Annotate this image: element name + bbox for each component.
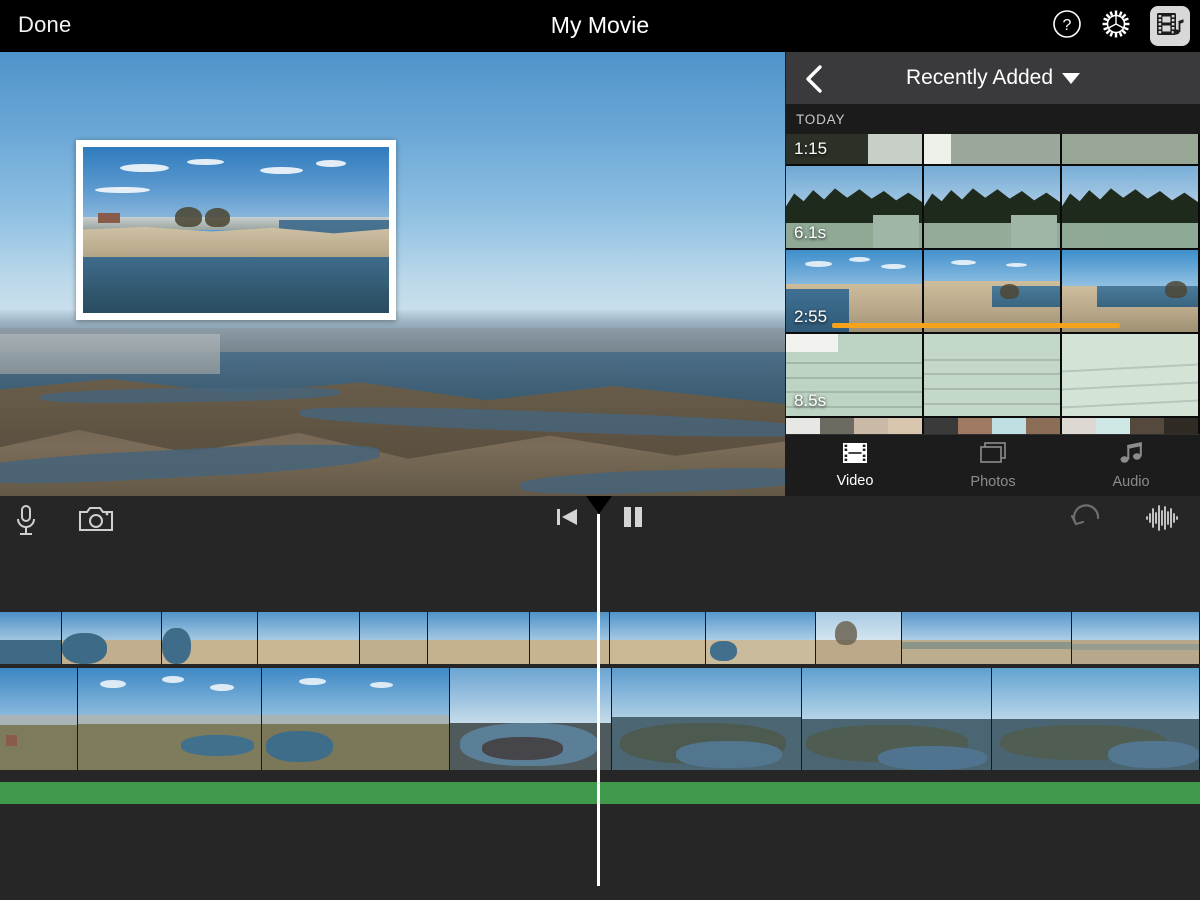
media-cell[interactable]	[1062, 250, 1200, 332]
clip-used-indicator	[832, 323, 1120, 328]
media-cell[interactable]	[924, 166, 1062, 248]
media-cell[interactable]: 6.1s	[786, 166, 924, 248]
playhead-marker[interactable]	[586, 496, 612, 514]
album-title: Recently Added	[905, 66, 1054, 89]
photos-stack-icon	[979, 441, 1007, 470]
timeline-clip[interactable]	[612, 668, 802, 770]
browser-header: Recently Added	[786, 52, 1200, 104]
media-row[interactable]: 2:55	[786, 250, 1200, 332]
media-cell[interactable]: 1:15	[786, 134, 924, 164]
section-header-label: TODAY	[796, 111, 846, 127]
topbar-actions: ?	[1052, 0, 1190, 52]
timeline-clip[interactable]	[450, 668, 612, 770]
timeline-main-track[interactable]	[0, 668, 1200, 770]
music-note-icon	[1119, 441, 1143, 470]
timeline-clip[interactable]	[802, 668, 992, 770]
media-cell[interactable]	[1062, 134, 1200, 164]
chevron-left-icon[interactable]	[804, 64, 824, 99]
pip-tree	[174, 206, 203, 227]
pip-cloud	[119, 163, 169, 172]
pip-cloud	[187, 158, 224, 166]
media-cell[interactable]	[1062, 334, 1200, 416]
picture-in-picture-overlay[interactable]	[76, 140, 396, 320]
pip-cloud	[315, 160, 347, 167]
timeline-clip[interactable]	[0, 668, 78, 770]
pip-video-frame	[83, 147, 389, 313]
filmstrip-music-icon	[1155, 10, 1185, 43]
media-row[interactable]: 8.5s	[786, 334, 1200, 416]
media-cell[interactable]	[924, 134, 1062, 164]
media-cell[interactable]	[924, 250, 1062, 332]
filmstrip-icon	[842, 442, 868, 469]
media-browser-panel: Recently Added TODAY 1:15 6.1s 2:55 8.5s…	[786, 52, 1200, 496]
waveform-icon[interactable]	[1144, 504, 1180, 537]
pip-tree	[205, 208, 230, 227]
timeline-clip[interactable]	[992, 668, 1200, 770]
tab-photos-label: Photos	[970, 474, 1016, 490]
media-cell[interactable]	[924, 334, 1062, 416]
media-cell[interactable]	[1062, 166, 1200, 248]
media-row[interactable]: 1:15	[786, 134, 1200, 164]
timeline-clip[interactable]	[262, 668, 450, 770]
tab-video-label: Video	[836, 473, 874, 489]
media-browser-button[interactable]	[1150, 6, 1190, 46]
tab-photos[interactable]: Photos	[924, 441, 1062, 490]
playhead-line	[597, 514, 600, 886]
gear-icon[interactable]	[1100, 8, 1132, 45]
top-navigation-bar: Done My Movie ?	[0, 0, 1200, 52]
triangle-down-icon	[1062, 72, 1081, 84]
media-grid: 1:15 6.1s 2:55 8.5s	[786, 134, 1200, 452]
pause-icon[interactable]	[620, 504, 646, 535]
tab-audio[interactable]: Audio	[1062, 441, 1200, 490]
page-title: My Movie	[550, 12, 650, 38]
timeline-audio-track[interactable]	[0, 782, 1200, 804]
imovie-editor-screen: Done My Movie ? Recently Added TODAY 1:1…	[0, 0, 1200, 900]
browser-tab-bar: Video Photos Audio	[786, 434, 1200, 496]
help-icon[interactable]: ?	[1052, 9, 1082, 44]
preview-industrial-area	[0, 334, 220, 374]
media-cell[interactable]: 2:55	[786, 250, 924, 332]
media-row[interactable]: 6.1s	[786, 166, 1200, 248]
album-selector[interactable]: Recently Added	[786, 66, 1200, 90]
tab-video[interactable]: Video	[786, 442, 924, 489]
video-preview-viewer[interactable]	[0, 52, 785, 496]
toolbar-right-group	[1070, 504, 1180, 537]
undo-arrow-icon[interactable]	[1070, 504, 1104, 537]
section-header-today: TODAY	[786, 104, 1200, 134]
skip-back-icon[interactable]	[554, 504, 580, 535]
timeline[interactable]	[0, 608, 1200, 900]
pip-sky	[83, 147, 389, 224]
media-cell[interactable]: 8.5s	[786, 334, 924, 416]
svg-text:?: ?	[1063, 17, 1072, 34]
pip-building	[98, 213, 120, 224]
timeline-secondary-strip[interactable]	[0, 612, 1200, 664]
tab-audio-label: Audio	[1112, 474, 1150, 490]
pip-water	[83, 256, 389, 313]
timeline-clip[interactable]	[78, 668, 262, 770]
